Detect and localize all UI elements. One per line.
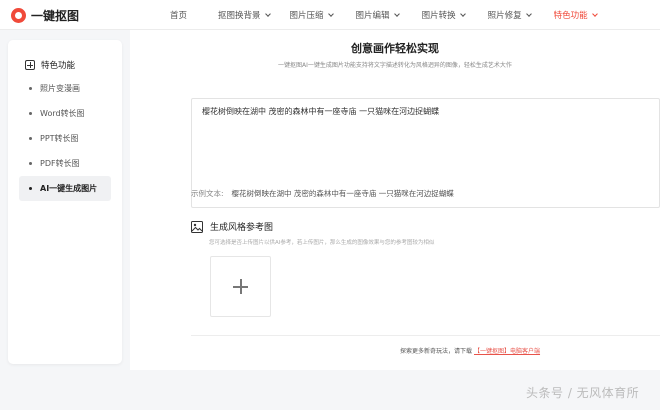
download-client-link[interactable]: 【一键抠图】电脑客户端	[474, 346, 540, 355]
style-reference-hint: 您可选择是否上传图片以供AI参考，若上传图片，那么生成的图像效果与您的参考图较为…	[209, 240, 435, 246]
nav-item-photo-restore[interactable]: 照片修复	[487, 9, 532, 21]
nav-item-label: 抠图换背景	[218, 11, 261, 21]
nav-item-image-edit[interactable]: 图片编辑	[355, 9, 400, 21]
chevron-down-icon	[459, 10, 466, 17]
nav-item-home[interactable]: 首页	[170, 9, 187, 21]
nav-item-label: 特色功能	[553, 11, 588, 21]
example-text-row: 示例文本: 樱花树倒映在湖中 茂密的森林中有一座寺庙 一只猫咪在河边捉蝴蝶	[191, 188, 454, 199]
top-nav-bar: 一键抠图 首页 抠图换背景 图片压缩 图片编辑 图片转换 照片修复 特色功能	[0, 0, 660, 30]
sidebar-item-ai-image-generate[interactable]: AI一键生成图片	[19, 176, 111, 201]
plus-square-icon	[25, 59, 35, 70]
style-reference-title: 生成风格参考图	[210, 223, 274, 233]
nav-item-image-compress[interactable]: 图片压缩	[289, 9, 334, 21]
sidebar-item-label: 照片变漫画	[40, 84, 80, 93]
download-note-text: 探索更多新奇玩法，请下载	[400, 348, 473, 355]
sidebar-item-ppt-to-long-image[interactable]: PPT转长图	[19, 126, 111, 151]
sidebar-item-label: Word转长图	[40, 109, 85, 118]
chevron-down-icon	[591, 10, 598, 17]
main-nav: 首页 抠图换背景 图片压缩 图片编辑 图片转换 照片修复 特色功能	[170, 0, 598, 30]
nav-item-label: 图片压缩	[289, 11, 324, 21]
sidebar: 特色功能 照片变漫画 Word转长图 PPT转长图 PDF转长图 AI一键生成图…	[8, 40, 122, 364]
logo-icon	[11, 8, 26, 23]
nav-item-label: 首页	[170, 11, 188, 21]
nav-item-label: 图片编辑	[355, 11, 390, 21]
chevron-down-icon	[393, 10, 400, 17]
nav-item-label: 照片修复	[487, 11, 522, 21]
page-title: 创意画作轻松实现	[351, 42, 439, 55]
sidebar-item-photo-to-comic[interactable]: 照片变漫画	[19, 76, 111, 101]
nav-item-image-convert[interactable]: 图片转换	[421, 9, 466, 21]
example-text-link[interactable]: 樱花树倒映在湖中 茂密的森林中有一座寺庙 一只猫咪在河边捉蝴蝶	[232, 188, 454, 199]
example-label: 示例文本:	[191, 189, 224, 198]
upload-reference-button[interactable]	[210, 256, 271, 317]
nav-item-special-features[interactable]: 特色功能	[553, 9, 598, 21]
watermark: 头条号 / 无风体育所	[526, 386, 640, 400]
chevron-down-icon	[264, 10, 271, 17]
sidebar-item-label: AI一键生成图片	[40, 184, 98, 193]
style-reference-header: 生成风格参考图	[191, 220, 273, 233]
bullet-icon	[29, 162, 32, 165]
brand-logo[interactable]: 一键抠图	[11, 7, 79, 24]
bullet-icon	[29, 137, 32, 140]
chevron-down-icon	[525, 10, 532, 17]
sidebar-item-word-to-long-image[interactable]: Word转长图	[19, 101, 111, 126]
nav-item-label: 图片转换	[421, 11, 456, 21]
divider	[191, 335, 660, 336]
sidebar-item-label: PDF转长图	[40, 159, 80, 168]
nav-item-cutout-background[interactable]: 抠图换背景	[218, 9, 271, 21]
prompt-text: 樱花树倒映在湖中 茂密的森林中有一座寺庙 一只猫咪在河边捉蝴蝶	[202, 107, 440, 116]
main-panel: 创意画作轻松实现 一键抠图AI一键生成图片功能支持将文字描述转化为风格迥异的图像…	[130, 30, 660, 370]
bullet-icon	[29, 112, 32, 115]
sidebar-item-pdf-to-long-image[interactable]: PDF转长图	[19, 151, 111, 176]
sidebar-header: 特色功能	[8, 40, 122, 76]
download-client-note: 探索更多新奇玩法，请下载 【一键抠图】电脑客户端	[400, 346, 540, 355]
bullet-icon	[29, 187, 32, 190]
bullet-icon	[29, 87, 32, 90]
page-subtitle: 一键抠图AI一键生成图片功能支持将文字描述转化为风格迥异的图像，轻松生成艺术大作	[278, 62, 512, 69]
plus-icon	[233, 279, 248, 294]
brand-name: 一键抠图	[31, 9, 80, 23]
image-icon	[191, 220, 203, 233]
sidebar-title: 特色功能	[41, 60, 76, 71]
chevron-down-icon	[327, 10, 334, 17]
sidebar-item-label: PPT转长图	[40, 134, 79, 143]
